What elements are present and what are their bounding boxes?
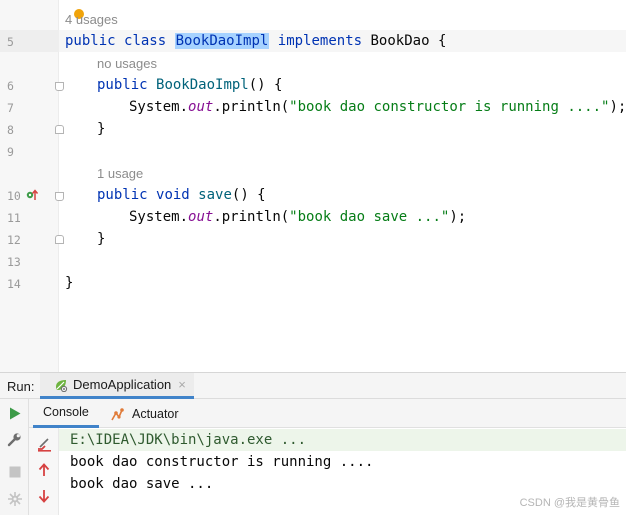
brace: { <box>437 33 447 49</box>
line-number: 13 <box>7 255 21 269</box>
static-field: out <box>188 209 214 225</box>
console-line: book dao constructor is running .... <box>70 454 374 470</box>
code-receiver: System. <box>129 99 189 115</box>
settings-icon[interactable] <box>7 432 22 447</box>
code-receiver: System. <box>129 209 189 225</box>
keyword: public <box>97 187 148 203</box>
code-punct: ); <box>449 209 467 225</box>
run-tab-demo-application[interactable]: DemoApplication × <box>40 373 194 399</box>
code-line-method-decl: public void save() { <box>97 186 266 204</box>
line-number: 5 <box>7 35 14 49</box>
code-line-brace: } <box>97 121 106 137</box>
code-method-call: .println( <box>213 99 290 115</box>
code-editor[interactable]: 4 usages no usages 1 usage 5 6 7 8 9 10 … <box>0 0 626 372</box>
line-number: 6 <box>7 79 14 93</box>
code-line-ctor-decl: public BookDaoImpl() { <box>97 76 282 94</box>
line-number: 12 <box>7 233 21 247</box>
string-literal: "book dao save ..." <box>289 209 450 225</box>
line-number: 10 <box>7 189 21 203</box>
interface-name: BookDao <box>370 33 430 49</box>
run-label: Run: <box>7 379 35 394</box>
watermark: CSDN @我是黄骨鱼 <box>519 497 620 509</box>
usages-hint-constructor[interactable]: no usages <box>97 56 157 72</box>
line-number: 9 <box>7 145 14 159</box>
tab-actuator[interactable]: Actuator <box>101 399 189 428</box>
keyword: void <box>156 187 190 203</box>
implemented-method-icon[interactable] <box>26 189 38 201</box>
code-line-println: System.out.println("book dao save ..."); <box>129 208 466 226</box>
rerun-icon[interactable] <box>9 407 21 420</box>
run-tool-window-header: Run: DemoApplication × <box>0 372 626 399</box>
static-field: out <box>188 99 214 115</box>
tab-console-label: Console <box>43 405 89 419</box>
constructor-name: BookDaoImpl <box>156 77 249 93</box>
code-method-call: .println( <box>213 209 290 225</box>
selected-class-name[interactable]: BookDaoImpl <box>174 33 270 49</box>
code-line-brace: } <box>65 275 74 291</box>
debug-icon[interactable] <box>7 491 23 507</box>
stop-icon[interactable] <box>9 466 21 478</box>
run-left-toolbar <box>0 399 29 515</box>
fold-toggle-icon[interactable] <box>55 235 64 244</box>
console-line: book dao save ... <box>70 476 214 492</box>
code-line-class-decl: public class BookDaoImpl implements Book… <box>65 32 446 50</box>
actuator-icon <box>111 407 124 420</box>
code-punct: () { <box>231 187 266 203</box>
code-punct: () { <box>248 77 283 93</box>
line-number: 14 <box>7 277 21 291</box>
spring-boot-icon <box>56 379 68 392</box>
code-punct: ); <box>609 99 626 115</box>
line-number: 8 <box>7 123 14 137</box>
console-actions <box>29 428 59 515</box>
code-line-println: System.out.println("book dao constructor… <box>129 98 626 116</box>
usages-hint-class[interactable]: 4 usages <box>65 12 118 28</box>
tab-console[interactable]: Console <box>33 399 99 428</box>
fold-toggle-icon[interactable] <box>55 192 64 201</box>
clear-icon[interactable] <box>37 437 52 452</box>
keyword: implements <box>277 33 363 49</box>
console-tab-bar: Console Actuator <box>29 399 626 428</box>
tab-actuator-label: Actuator <box>132 406 179 421</box>
fold-toggle-icon[interactable] <box>55 125 64 134</box>
fold-toggle-icon[interactable] <box>55 82 64 91</box>
console-line-command: E:\IDEA\JDK\bin\java.exe ... <box>70 432 307 448</box>
run-tab-label: DemoApplication <box>73 377 172 392</box>
string-literal: "book dao constructor is running ...." <box>289 99 610 115</box>
code-line-brace: } <box>97 231 106 247</box>
line-number: 7 <box>7 101 14 115</box>
keyword: class <box>124 33 167 49</box>
close-icon[interactable]: × <box>178 377 186 392</box>
keyword: public <box>65 33 116 49</box>
down-arrow-icon[interactable] <box>38 489 50 503</box>
line-number: 11 <box>7 211 21 225</box>
up-arrow-icon[interactable] <box>38 463 50 477</box>
method-name: save <box>198 187 232 203</box>
editor-gutter <box>0 0 59 372</box>
keyword: public <box>97 77 148 93</box>
usages-hint-save[interactable]: 1 usage <box>97 166 143 182</box>
